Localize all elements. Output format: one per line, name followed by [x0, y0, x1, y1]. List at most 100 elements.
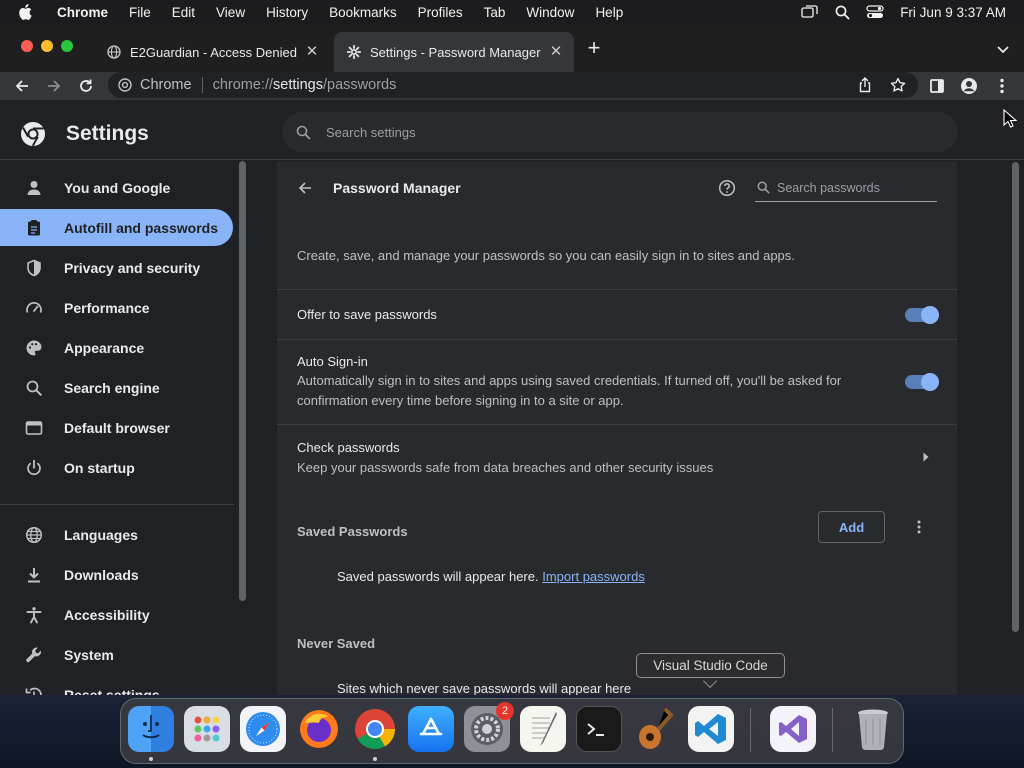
menu-history[interactable]: History: [266, 5, 308, 20]
menu-file[interactable]: File: [129, 5, 151, 20]
minimize-window-button[interactable]: [41, 40, 53, 52]
forward-arrow-icon[interactable]: [42, 72, 66, 100]
tab-title: E2Guardian - Access Denied: [130, 44, 297, 60]
password-manager-description: Create, save, and manage your passwords …: [297, 248, 795, 263]
menu-edit[interactable]: Edit: [172, 5, 195, 20]
zoom-window-button[interactable]: [61, 40, 73, 52]
close-window-button[interactable]: [21, 40, 33, 52]
globe-icon: [24, 525, 44, 545]
chrome-menu-kebab-icon[interactable]: [990, 72, 1014, 100]
menu-bookmarks[interactable]: Bookmarks: [329, 5, 397, 20]
gear-icon: [346, 44, 362, 60]
tab-e2guardian[interactable]: E2Guardian - Access Denied ✕: [94, 32, 330, 72]
never-saved-title: Never Saved: [297, 636, 376, 651]
menu-app-name[interactable]: Chrome: [57, 5, 108, 20]
menu-window[interactable]: Window: [526, 5, 574, 20]
launchpad-icon[interactable]: [184, 706, 230, 752]
menu-help[interactable]: Help: [595, 5, 623, 20]
search-placeholder: Search settings: [326, 124, 416, 140]
saved-passwords-empty-text: Saved passwords will appear here. Import…: [337, 569, 645, 584]
chrome-app-icon[interactable]: [352, 706, 398, 752]
textedit-icon[interactable]: [520, 706, 566, 752]
screen-mirror-icon[interactable]: [799, 0, 819, 24]
sidebar-item-reset-settings[interactable]: Reset settings: [0, 676, 233, 695]
sidebar-item-languages[interactable]: Languages: [0, 516, 233, 553]
close-tab-icon[interactable]: ✕: [548, 44, 564, 60]
add-password-button[interactable]: Add: [818, 511, 885, 543]
chevron-right-icon[interactable]: [921, 451, 931, 463]
menubar-clock[interactable]: Fri Jun 9 3:37 AM: [900, 5, 1006, 20]
saved-passwords-menu-icon[interactable]: [911, 517, 927, 537]
reload-icon[interactable]: [74, 72, 98, 100]
palette-icon: [24, 338, 44, 358]
auto-signin-row: Auto Sign-in Automatically sign in to si…: [277, 339, 957, 424]
sidebar-item-downloads[interactable]: Downloads: [0, 556, 233, 593]
sidebar-item-privacy-and-security[interactable]: Privacy and security: [0, 249, 233, 286]
check-passwords-row[interactable]: Check passwords Keep your passwords safe…: [277, 424, 957, 490]
sidebar-item-on-startup[interactable]: On startup: [0, 449, 233, 486]
profile-avatar-icon[interactable]: [957, 72, 981, 100]
accessibility-icon: [24, 605, 44, 625]
speedometer-icon: [24, 298, 44, 318]
auto-signin-toggle[interactable]: [905, 373, 939, 391]
mouse-pointer-icon: [1003, 108, 1018, 129]
browser-icon: [24, 418, 44, 438]
sidebar-item-performance[interactable]: Performance: [0, 289, 233, 326]
download-icon: [24, 565, 44, 585]
dock-separator: [750, 708, 751, 752]
chip-label: Chrome: [140, 77, 192, 93]
terminal-icon[interactable]: [576, 706, 622, 752]
search-passwords-input[interactable]: Search passwords: [755, 174, 937, 202]
new-tab-button[interactable]: +: [583, 37, 605, 60]
menu-tab[interactable]: Tab: [484, 5, 506, 20]
search-passwords-placeholder: Search passwords: [777, 180, 880, 195]
tab-search-chevron-icon[interactable]: [996, 42, 1010, 56]
check-passwords-label: Check passwords: [297, 440, 400, 455]
sidebar-item-autofill-and-passwords[interactable]: Autofill and passwords: [0, 209, 233, 246]
apple-logo-icon[interactable]: [18, 4, 40, 20]
back-arrow-icon[interactable]: [295, 178, 315, 198]
shield-icon: [24, 258, 44, 278]
safari-icon[interactable]: [240, 706, 286, 752]
chrome-site-chip[interactable]: Chrome: [108, 77, 203, 93]
search-icon: [294, 123, 312, 141]
menu-profiles[interactable]: Profiles: [418, 5, 463, 20]
main-scrollbar[interactable]: [1012, 162, 1019, 632]
visual-studio-code-icon[interactable]: [688, 706, 734, 752]
tab-settings-password-manager[interactable]: Settings - Password Manager ✕: [334, 32, 574, 72]
menu-view[interactable]: View: [216, 5, 245, 20]
tab-title: Settings - Password Manager: [370, 44, 541, 60]
trash-icon[interactable]: [850, 706, 896, 752]
notification-badge: 2: [496, 702, 514, 720]
sidebar-item-system[interactable]: System: [0, 636, 233, 673]
sidebar-item-accessibility[interactable]: Accessibility: [0, 596, 233, 633]
help-icon[interactable]: [717, 178, 737, 198]
share-icon[interactable]: [856, 76, 874, 94]
control-center-icon[interactable]: [865, 0, 885, 24]
app-store-icon[interactable]: [408, 706, 454, 752]
sidebar-item-appearance[interactable]: Appearance: [0, 329, 233, 366]
settings-search-input[interactable]: Search settings: [282, 112, 958, 152]
page-title: Password Manager: [333, 180, 461, 196]
password-manager-card: Password Manager Search passwords Create…: [277, 162, 957, 695]
visual-studio-icon[interactable]: [770, 706, 816, 752]
finder-icon[interactable]: [128, 706, 174, 752]
firefox-icon[interactable]: [296, 706, 342, 752]
close-tab-icon[interactable]: ✕: [304, 44, 320, 60]
bookmark-star-icon[interactable]: [889, 76, 907, 94]
import-passwords-link[interactable]: Import passwords: [542, 569, 645, 584]
tab-strip: E2Guardian - Access Denied ✕ Settings - …: [0, 24, 1024, 72]
sidebar-item-you-and-google[interactable]: You and Google: [0, 169, 233, 206]
back-arrow-icon[interactable]: [10, 72, 34, 100]
instruments-icon[interactable]: [632, 706, 678, 752]
sidebar-scrollbar[interactable]: [239, 161, 246, 601]
search-icon: [755, 180, 771, 196]
address-bar[interactable]: Chrome chrome://settings/passwords: [108, 72, 918, 98]
offer-to-save-toggle[interactable]: [905, 306, 939, 324]
spotlight-search-icon[interactable]: [832, 0, 852, 24]
sidebar-item-search-engine[interactable]: Search engine: [0, 369, 233, 406]
sidebar-item-default-browser[interactable]: Default browser: [0, 409, 233, 446]
side-panel-icon[interactable]: [925, 72, 949, 100]
chrome-window: E2Guardian - Access Denied ✕ Settings - …: [0, 24, 1024, 695]
url-text[interactable]: chrome://settings/passwords: [203, 77, 397, 93]
